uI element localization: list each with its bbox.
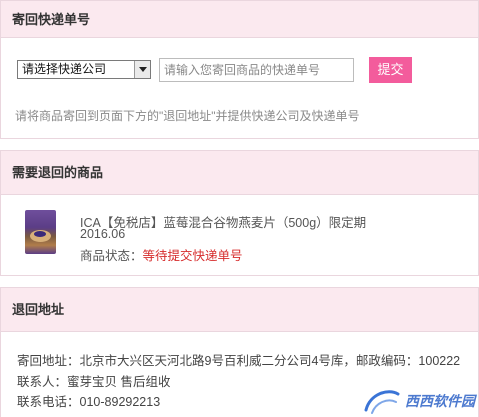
return-address-line: 寄回地址：北京市大兴区天河北路9号百利威二分公司4号库，邮政编码：100222 — [17, 350, 460, 369]
product-status-label: 商品状态： — [80, 249, 143, 263]
return-address-title: 退回地址 — [1, 288, 478, 332]
contact-label: 联系人： — [17, 375, 68, 389]
tracking-number-input[interactable] — [159, 58, 354, 82]
phone-line: 联系电话：010-89292213 — [17, 391, 160, 410]
watermark-logo: 西西软件园 — [362, 384, 479, 417]
product-status: 商品状态：等待提交快递单号 — [80, 245, 243, 264]
return-address-value: 北京市大兴区天河北路9号百利威二分公司4号库，邮政编码：100222 — [79, 354, 461, 368]
courier-select-value: 请选择快递公司 — [22, 62, 107, 76]
phone-label: 联系电话： — [17, 395, 80, 409]
product-name-date: 2016.06 — [80, 227, 126, 241]
product-status-value: 等待提交快递单号 — [142, 249, 243, 263]
return-items-title: 需要退回的商品 — [1, 151, 478, 195]
contact-line: 联系人：蜜芽宝贝 售后组收 — [17, 371, 171, 390]
phone-value: 010-89292213 — [79, 395, 161, 409]
contact-value: 蜜芽宝贝 售后组收 — [67, 375, 171, 389]
courier-select[interactable]: 请选择快递公司 — [17, 60, 151, 79]
tracking-panel-title: 寄回快递单号 — [1, 1, 478, 38]
product-image-berries — [34, 231, 46, 237]
submit-button[interactable]: 提交 — [369, 57, 412, 83]
return-address-label: 寄回地址： — [17, 354, 80, 368]
tracking-hint: 请将商品寄回到页面下方的"退回地址"并提供快递公司及快递单号 — [15, 109, 360, 123]
product-thumbnail[interactable] — [25, 210, 56, 254]
watermark-text: 西西软件园 — [405, 393, 475, 409]
chevron-down-icon[interactable] — [134, 61, 150, 78]
watermark-swirl-icon — [364, 390, 400, 414]
